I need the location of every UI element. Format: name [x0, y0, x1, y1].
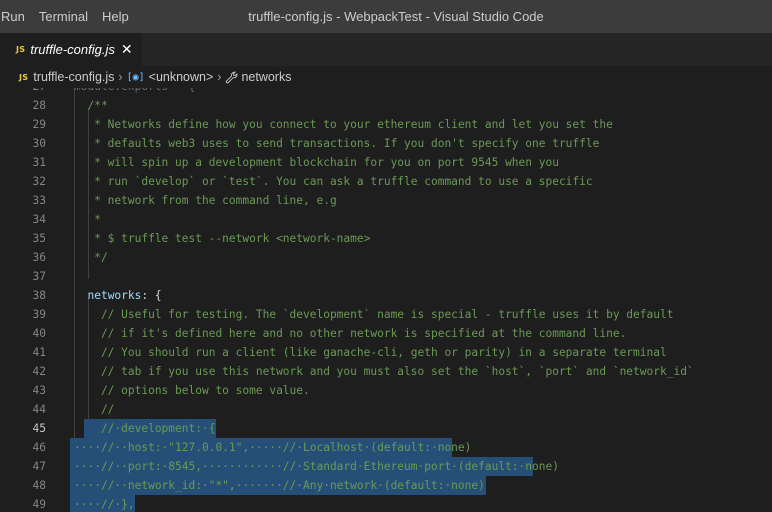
menu-terminal[interactable]: Terminal — [32, 0, 95, 33]
breadcrumb-symbol[interactable]: <unknown> — [149, 70, 214, 84]
tab-label: truffle-config.js — [30, 42, 115, 57]
code-text: // tab if you use this network and you m… — [74, 365, 694, 378]
code-text: * network from the command line, e.g — [74, 194, 337, 207]
code-editor[interactable]: 27module.exports = {28 /**29 * Networks … — [0, 88, 772, 512]
line-number: 32 — [32, 175, 46, 188]
close-icon[interactable]: ✕ — [121, 42, 133, 58]
line-number: 44 — [32, 403, 46, 416]
wrench-icon — [225, 71, 238, 84]
code-text: */ — [74, 251, 108, 264]
line-number: 39 — [32, 308, 46, 321]
line-number: 47 — [32, 460, 46, 473]
code-text: ····//··network_id:·"*",·······//·Any·ne… — [74, 479, 485, 492]
line-number: 27 — [0, 88, 46, 96]
code-text: * will spin up a development blockchain … — [74, 156, 559, 169]
code-text: // if it's defined here and no other net… — [74, 327, 627, 340]
code-line: 43 // options below to some value. — [0, 381, 772, 400]
line-number: 29 — [32, 118, 46, 131]
code-line: 34 * — [0, 210, 772, 229]
code-line: 27 module.exports = { — [0, 88, 772, 96]
line-number: 45 — [32, 422, 46, 435]
line-number: 49 — [32, 498, 46, 511]
code-line: 36 */ — [0, 248, 772, 267]
punctuation: : { — [141, 289, 162, 302]
javascript-file-icon: JS — [19, 72, 29, 82]
code-line: 42 // tab if you use this network and yo… — [0, 362, 772, 381]
line-number: 35 — [32, 232, 46, 245]
code-text: module.exports = { — [74, 88, 195, 96]
code-text: ····//··host:·"127.0.0.1",·····//·Localh… — [74, 441, 472, 454]
code-text: // You should run a client (like ganache… — [74, 346, 667, 359]
code-line: 38 networks: { — [0, 286, 772, 305]
code-line: 41 // You should run a client (like gana… — [0, 343, 772, 362]
tab-bar: JS truffle-config.js ✕ — [0, 33, 772, 66]
code-line: 35 * $ truffle test --network <network-n… — [0, 229, 772, 248]
menu-help[interactable]: Help — [95, 0, 136, 33]
code-text: /** — [74, 99, 108, 112]
code-text: // options below to some value. — [74, 384, 310, 397]
code-text: ····//·}, — [74, 498, 135, 511]
code-line: 37 — [0, 267, 772, 286]
code-line: 30 * defaults web3 uses to send transact… — [0, 134, 772, 153]
code-text: * $ truffle test --network <network-name… — [74, 232, 371, 245]
code-text: * defaults web3 uses to send transaction… — [74, 137, 600, 150]
code-line: 32 * run `develop` or `test`. You can as… — [0, 172, 772, 191]
code-line: 29 * Networks define how you connect to … — [0, 115, 772, 134]
variable-icon: [◉] — [126, 71, 145, 83]
menu-run[interactable]: Run — [0, 0, 32, 33]
line-number: 38 — [32, 289, 46, 302]
title-bar: Run Terminal Help truffle-config.js - We… — [0, 0, 772, 33]
code-text: // Useful for testing. The `development`… — [74, 308, 674, 321]
line-number: 34 — [32, 213, 46, 226]
code-text: * Networks define how you connect to you… — [74, 118, 613, 131]
tab-truffle-config[interactable]: JS truffle-config.js ✕ — [0, 33, 142, 66]
code-text: // — [74, 403, 115, 416]
line-number: 36 — [32, 251, 46, 264]
code-line: 49 ····//·}, — [0, 495, 772, 512]
code-line: 40 // if it's defined here and no other … — [0, 324, 772, 343]
line-number: 37 — [32, 270, 46, 283]
menu-bar: Run Terminal Help — [0, 0, 136, 33]
code-line: 31 * will spin up a development blockcha… — [0, 153, 772, 172]
line-number: 40 — [32, 327, 46, 340]
breadcrumb: JS truffle-config.js › [◉] <unknown> › n… — [0, 66, 772, 88]
code-line: 47 ····//··port:·8545,············//·Stan… — [0, 457, 772, 476]
code-line: 48 ····//··network_id:·"*",·······//·Any·… — [0, 476, 772, 495]
line-number: 46 — [32, 441, 46, 454]
code-line: 28 /** — [0, 96, 772, 115]
line-number: 43 — [32, 384, 46, 397]
code-text: ····//··port:·8545,············//·Standa… — [74, 460, 559, 473]
line-number: 41 — [32, 346, 46, 359]
line-number: 31 — [32, 156, 46, 169]
code-line: 45 //·development:·{ — [0, 419, 772, 438]
property-key: networks — [87, 289, 142, 302]
line-number: 28 — [32, 99, 46, 112]
code-line: 39 // Useful for testing. The `developme… — [0, 305, 772, 324]
code-text: * — [74, 213, 101, 226]
line-number: 48 — [32, 479, 46, 492]
chevron-right-icon: › — [217, 70, 222, 84]
breadcrumb-file[interactable]: truffle-config.js — [33, 70, 114, 84]
chevron-right-icon: › — [118, 70, 123, 84]
code-text: * run `develop` or `test`. You can ask a… — [74, 175, 593, 188]
line-number: 42 — [32, 365, 46, 378]
javascript-file-icon: JS — [16, 45, 26, 54]
line-number: 30 — [32, 137, 46, 150]
line-number: 33 — [32, 194, 46, 207]
breadcrumb-section[interactable]: networks — [241, 70, 291, 84]
code-line: 44 // — [0, 400, 772, 419]
code-text: //·development:·{ — [74, 422, 216, 435]
code-line: 33 * network from the command line, e.g — [0, 191, 772, 210]
code-text: networks: { — [74, 286, 162, 305]
code-line: 46 ····//··host:·"127.0.0.1",·····//·Loca… — [0, 438, 772, 457]
